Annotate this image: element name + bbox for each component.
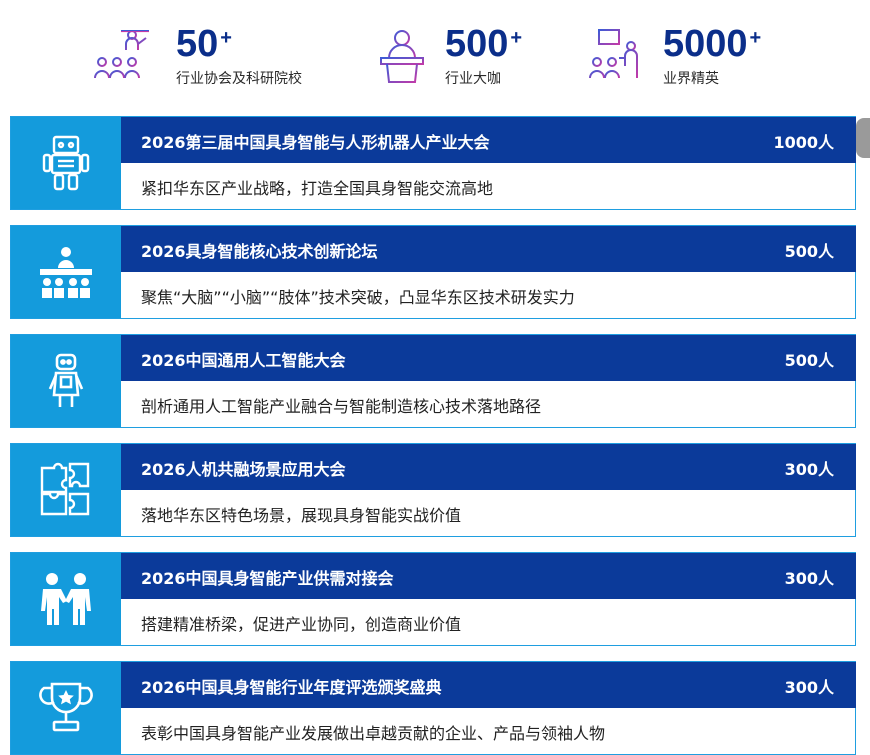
event-description: 表彰中国具身智能产业发展做出卓越贡献的企业、产品与领袖人物 (141, 720, 605, 744)
event-card[interactable]: 2026中国通用人工智能大会 500人 剖析通用人工智能产业融合与智能制造核心技… (10, 334, 856, 428)
puzzle-icon (36, 460, 96, 520)
event-header: 2026中国通用人工智能大会 500人 (121, 335, 856, 381)
event-header: 2026中国具身智能产业供需对接会 300人 (121, 553, 856, 599)
event-icon-panel (11, 117, 121, 209)
event-icon-panel (11, 335, 121, 427)
event-attendance: 300人 (785, 565, 834, 589)
stat-label: 行业大咖 (445, 68, 501, 88)
robot-icon (36, 133, 96, 193)
forum-podium-icon (36, 242, 96, 302)
stat-associations: 50+ 行业协会及科研院校 (92, 22, 332, 92)
event-title: 2026中国通用人工智能大会 (141, 347, 346, 371)
event-header: 2026第三届中国具身智能与人形机器人产业大会 1000人 (121, 117, 856, 163)
event-attendance: 500人 (785, 347, 834, 371)
event-attendance: 500人 (785, 238, 834, 262)
stats-header: 50+ 行业协会及科研院校 500+ 行业大咖 5000+ 业界精英 (0, 0, 870, 110)
event-description: 落地华东区特色场景，展现具身智能实战价值 (141, 502, 461, 526)
stat-experts: 500+ 行业大咖 (375, 22, 565, 92)
event-title: 2026中国具身智能产业供需对接会 (141, 565, 394, 589)
trophy-icon (36, 678, 96, 738)
stat-number: 50+ (176, 22, 232, 66)
event-card[interactable]: 2026具身智能核心技术创新论坛 500人 聚焦“大脑”“小脑”“肢体”技术突破… (10, 225, 856, 319)
event-icon-panel (11, 553, 121, 645)
event-header: 2026中国具身智能行业年度评选颁奖盛典 300人 (121, 662, 856, 708)
event-description: 剖析通用人工智能产业融合与智能制造核心技术落地路径 (141, 393, 541, 417)
event-card[interactable]: 2026人机共融场景应用大会 300人 落地华东区特色场景，展现具身智能实战价值 (10, 443, 856, 537)
event-header: 2026具身智能核心技术创新论坛 500人 (121, 226, 856, 272)
speaker-podium-icon (375, 26, 437, 86)
stat-label: 行业协会及科研院校 (176, 68, 302, 88)
presentation-audience-icon (587, 26, 649, 86)
handshake-people-icon (36, 569, 96, 629)
stat-number: 500+ (445, 22, 522, 66)
event-card[interactable]: 2026中国具身智能行业年度评选颁奖盛典 300人 表彰中国具身智能产业发展做出… (10, 661, 856, 755)
ai-robot-icon (36, 351, 96, 411)
stat-elites: 5000+ 业界精英 (587, 22, 787, 92)
event-icon-panel (11, 226, 121, 318)
event-icon-panel (11, 444, 121, 536)
event-title: 2026具身智能核心技术创新论坛 (141, 238, 378, 262)
event-header: 2026人机共融场景应用大会 300人 (121, 444, 856, 490)
audience-presenter-icon (92, 26, 154, 86)
event-description: 搭建精准桥梁，促进产业协同，创造商业价值 (141, 611, 461, 635)
event-title: 2026人机共融场景应用大会 (141, 456, 346, 480)
event-card[interactable]: 2026第三届中国具身智能与人形机器人产业大会 1000人 紧扣华东区产业战略，… (10, 116, 856, 210)
event-card[interactable]: 2026中国具身智能产业供需对接会 300人 搭建精准桥梁，促进产业协同，创造商… (10, 552, 856, 646)
event-description: 聚焦“大脑”“小脑”“肢体”技术突破，凸显华东区技术研发实力 (141, 284, 575, 308)
event-title: 2026中国具身智能行业年度评选颁奖盛典 (141, 674, 442, 698)
side-scroll-tab[interactable] (856, 118, 870, 158)
stat-number: 5000+ (663, 22, 761, 66)
event-title: 2026第三届中国具身智能与人形机器人产业大会 (141, 129, 490, 153)
event-attendance: 1000人 (773, 129, 834, 153)
event-description: 紧扣华东区产业战略，打造全国具身智能交流高地 (141, 175, 493, 199)
event-attendance: 300人 (785, 456, 834, 480)
event-attendance: 300人 (785, 674, 834, 698)
event-icon-panel (11, 662, 121, 754)
stat-label: 业界精英 (663, 68, 719, 88)
